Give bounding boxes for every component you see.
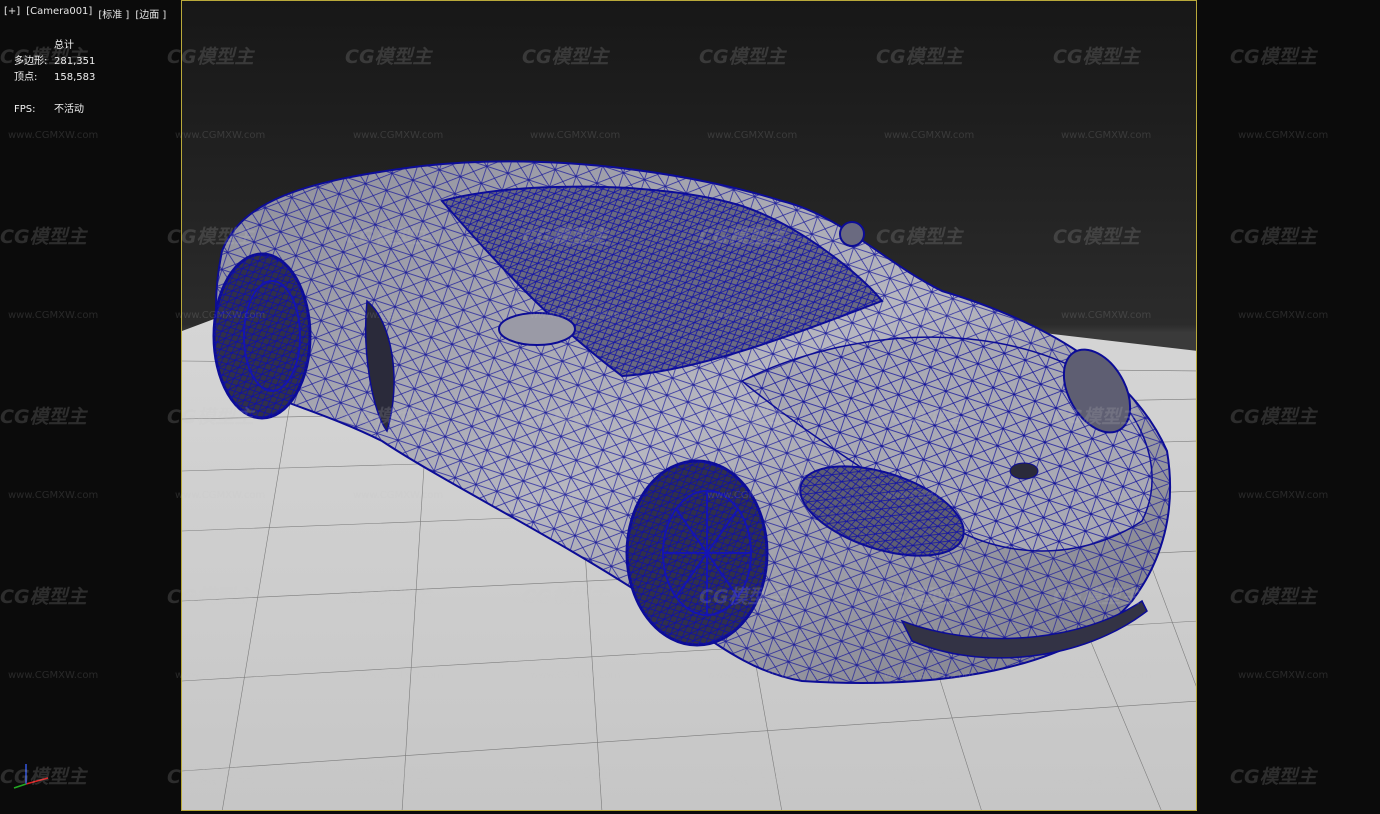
stats-title: 总计 [54,40,74,51]
camera-viewport[interactable] [181,0,1197,811]
watermark-logo: CG模型主 [1230,586,1317,608]
stats-verts-row: 顶点: 158,583 [14,70,95,86]
stats-fps-row: FPS: 不活动 [14,102,95,118]
axis-gizmo [13,764,49,789]
polys-label: 多边形: [14,56,48,67]
viewport-labels: [+] [Camera001] [标准 ] [边面 ] [4,6,166,21]
watermark-url: www.CGMXW.com [8,130,99,141]
front-wheel [625,459,769,647]
stats-polys-row: 多边形: 281,351 [14,54,95,70]
x-axis-line [25,777,49,785]
verts-value: 158,583 [54,72,96,83]
watermark-logo: CG模型主 [1230,46,1317,68]
watermark-logo: CG模型主 [1230,226,1317,248]
watermark-logo: CG模型主 [0,406,87,428]
watermark-url: www.CGMXW.com [8,670,99,681]
rear-wheel [212,252,312,420]
watermark-logo: CG模型主 [1230,406,1317,428]
viewport-shading-label[interactable]: [标准 ] [98,6,129,21]
viewport-display-mode-label[interactable]: [边面 ] [135,6,166,21]
viewport-camera-label[interactable]: [Camera001] [26,6,92,21]
watermark-logo: CG模型主 [0,586,87,608]
fps-label: FPS: [14,104,36,115]
verts-label: 顶点: [14,72,38,83]
y-axis-line [13,783,27,789]
fps-value: 不活动 [54,104,84,115]
watermark-logo: CG模型主 [1230,766,1317,788]
watermark-url: www.CGMXW.com [1238,130,1329,141]
watermark-url: www.CGMXW.com [1238,670,1329,681]
watermark-url: www.CGMXW.com [8,310,99,321]
watermark-url: www.CGMXW.com [1238,310,1329,321]
polys-value: 281,351 [54,56,96,67]
viewport-menu-plus[interactable]: [+] [4,6,20,21]
watermark-url: www.CGMXW.com [8,490,99,501]
scene-statistics: 总计 多边形: 281,351 顶点: 158,583 FPS: 不活动 [14,38,95,118]
watermark-logo: CG模型主 [0,226,87,248]
watermark-url: www.CGMXW.com [1238,490,1329,501]
viewport-scene [182,160,1196,810]
